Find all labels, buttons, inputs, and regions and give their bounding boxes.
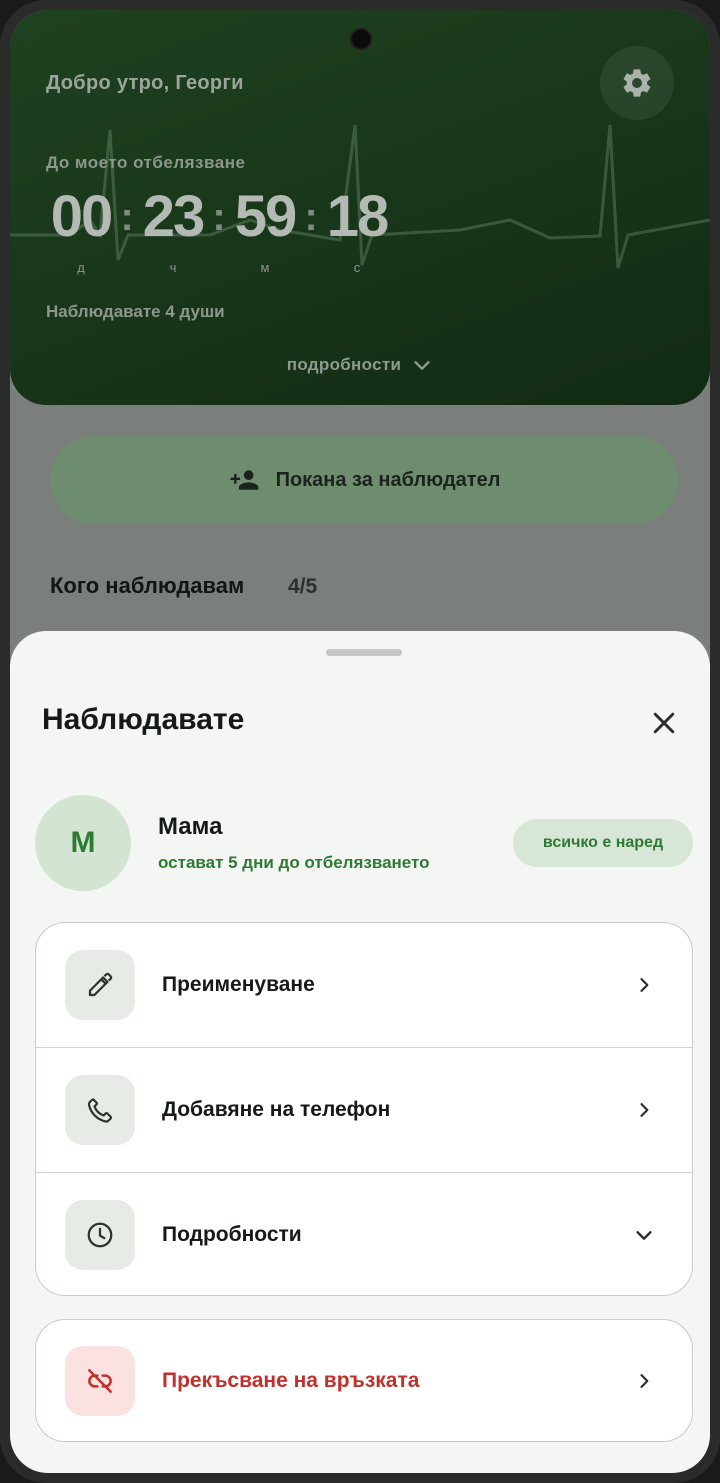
bottom-sheet: Наблюдавате М Мама остават 5 дни до отбе… [10, 631, 710, 1473]
countdown-hours-value: 23 [142, 184, 205, 249]
add-phone-menu-item[interactable]: Добавяне на телефон [36, 1048, 692, 1173]
countdown-hours: 23 ч [138, 184, 208, 276]
details-toggle-label: подробности [286, 355, 402, 374]
chevron-right-icon [632, 1098, 656, 1122]
invite-watcher-label: Покана за наблюдател [275, 468, 501, 491]
close-icon [653, 712, 675, 734]
actions-menu: Преименуване Добавяне на телефон Подробн… [35, 922, 693, 1296]
pencil-icon [88, 972, 113, 997]
phone-frame: Добро утро, Георги До моето отбелязване … [0, 0, 720, 1483]
disconnect-label: Прекъсване на връзката [162, 1368, 420, 1392]
watching-section-title: Кого наблюдавам [50, 573, 245, 598]
contact-name: Мама [158, 813, 223, 840]
gear-icon [623, 69, 651, 97]
countdown-separator: : [212, 195, 226, 239]
add-phone-icon-tile [65, 1075, 135, 1145]
countdown-label: До моето отбелязване [46, 153, 246, 172]
link-off-icon [88, 1368, 112, 1393]
clock-icon [87, 1222, 113, 1248]
close-button[interactable] [642, 701, 686, 745]
countdown-days-value: 00 [50, 184, 113, 249]
details-icon-tile [65, 1200, 135, 1270]
chevron-down-icon [414, 361, 430, 370]
greeting: Добро утро, Георги [46, 72, 244, 94]
rename-icon-tile [65, 950, 135, 1020]
countdown-minutes-unit: м [260, 260, 270, 275]
countdown-seconds-unit: с [353, 260, 361, 275]
countdown-minutes: 59 м [230, 184, 300, 276]
watching-section-count: 4/5 [288, 575, 318, 598]
countdown-hours-unit: ч [169, 260, 177, 275]
countdown-days-unit: д [77, 260, 85, 275]
phone-icon [87, 1098, 113, 1123]
person-add-icon [229, 470, 258, 490]
countdown-seconds-value: 18 [326, 184, 389, 249]
header-card: Добро утро, Георги До моето отбелязване … [10, 10, 710, 405]
countdown-separator: : [120, 195, 134, 239]
contact-subtitle: остават 5 дни до отбелязването [158, 853, 430, 872]
countdown-separator: : [304, 195, 318, 239]
countdown-days: 00 д [46, 184, 116, 276]
countdown-minutes-value: 59 [234, 184, 297, 249]
chevron-right-icon [632, 973, 656, 997]
avatar: М [35, 795, 131, 891]
status-badge: всичко е наред [513, 819, 693, 867]
camera-cutout [350, 28, 372, 50]
screen: Добро утро, Георги До моето отбелязване … [10, 10, 710, 1473]
chevron-right-icon [632, 1369, 656, 1393]
sheet-title: Наблюдавате [42, 703, 245, 736]
disconnect-menu-item[interactable]: Прекъсване на връзката [35, 1319, 693, 1442]
watching-count-text: Наблюдавате 4 души [46, 302, 225, 321]
chevron-down-icon [632, 1223, 656, 1247]
details-label: Подробности [162, 1223, 302, 1246]
invite-watcher-button[interactable]: Покана за наблюдател [50, 436, 678, 524]
details-menu-item[interactable]: Подробности [36, 1173, 692, 1295]
settings-button[interactable] [600, 46, 674, 120]
disconnect-icon-tile [65, 1345, 135, 1416]
details-toggle[interactable]: подробности [10, 354, 710, 376]
add-phone-label: Добавяне на телефон [162, 1098, 391, 1121]
rename-menu-item[interactable]: Преименуване [36, 923, 692, 1048]
rename-label: Преименуване [162, 973, 315, 996]
sheet-drag-handle[interactable] [326, 649, 402, 656]
countdown-timer: 00 д : 23 ч : 59 м : 18 с [46, 184, 392, 276]
countdown-seconds: 18 с [322, 184, 392, 276]
